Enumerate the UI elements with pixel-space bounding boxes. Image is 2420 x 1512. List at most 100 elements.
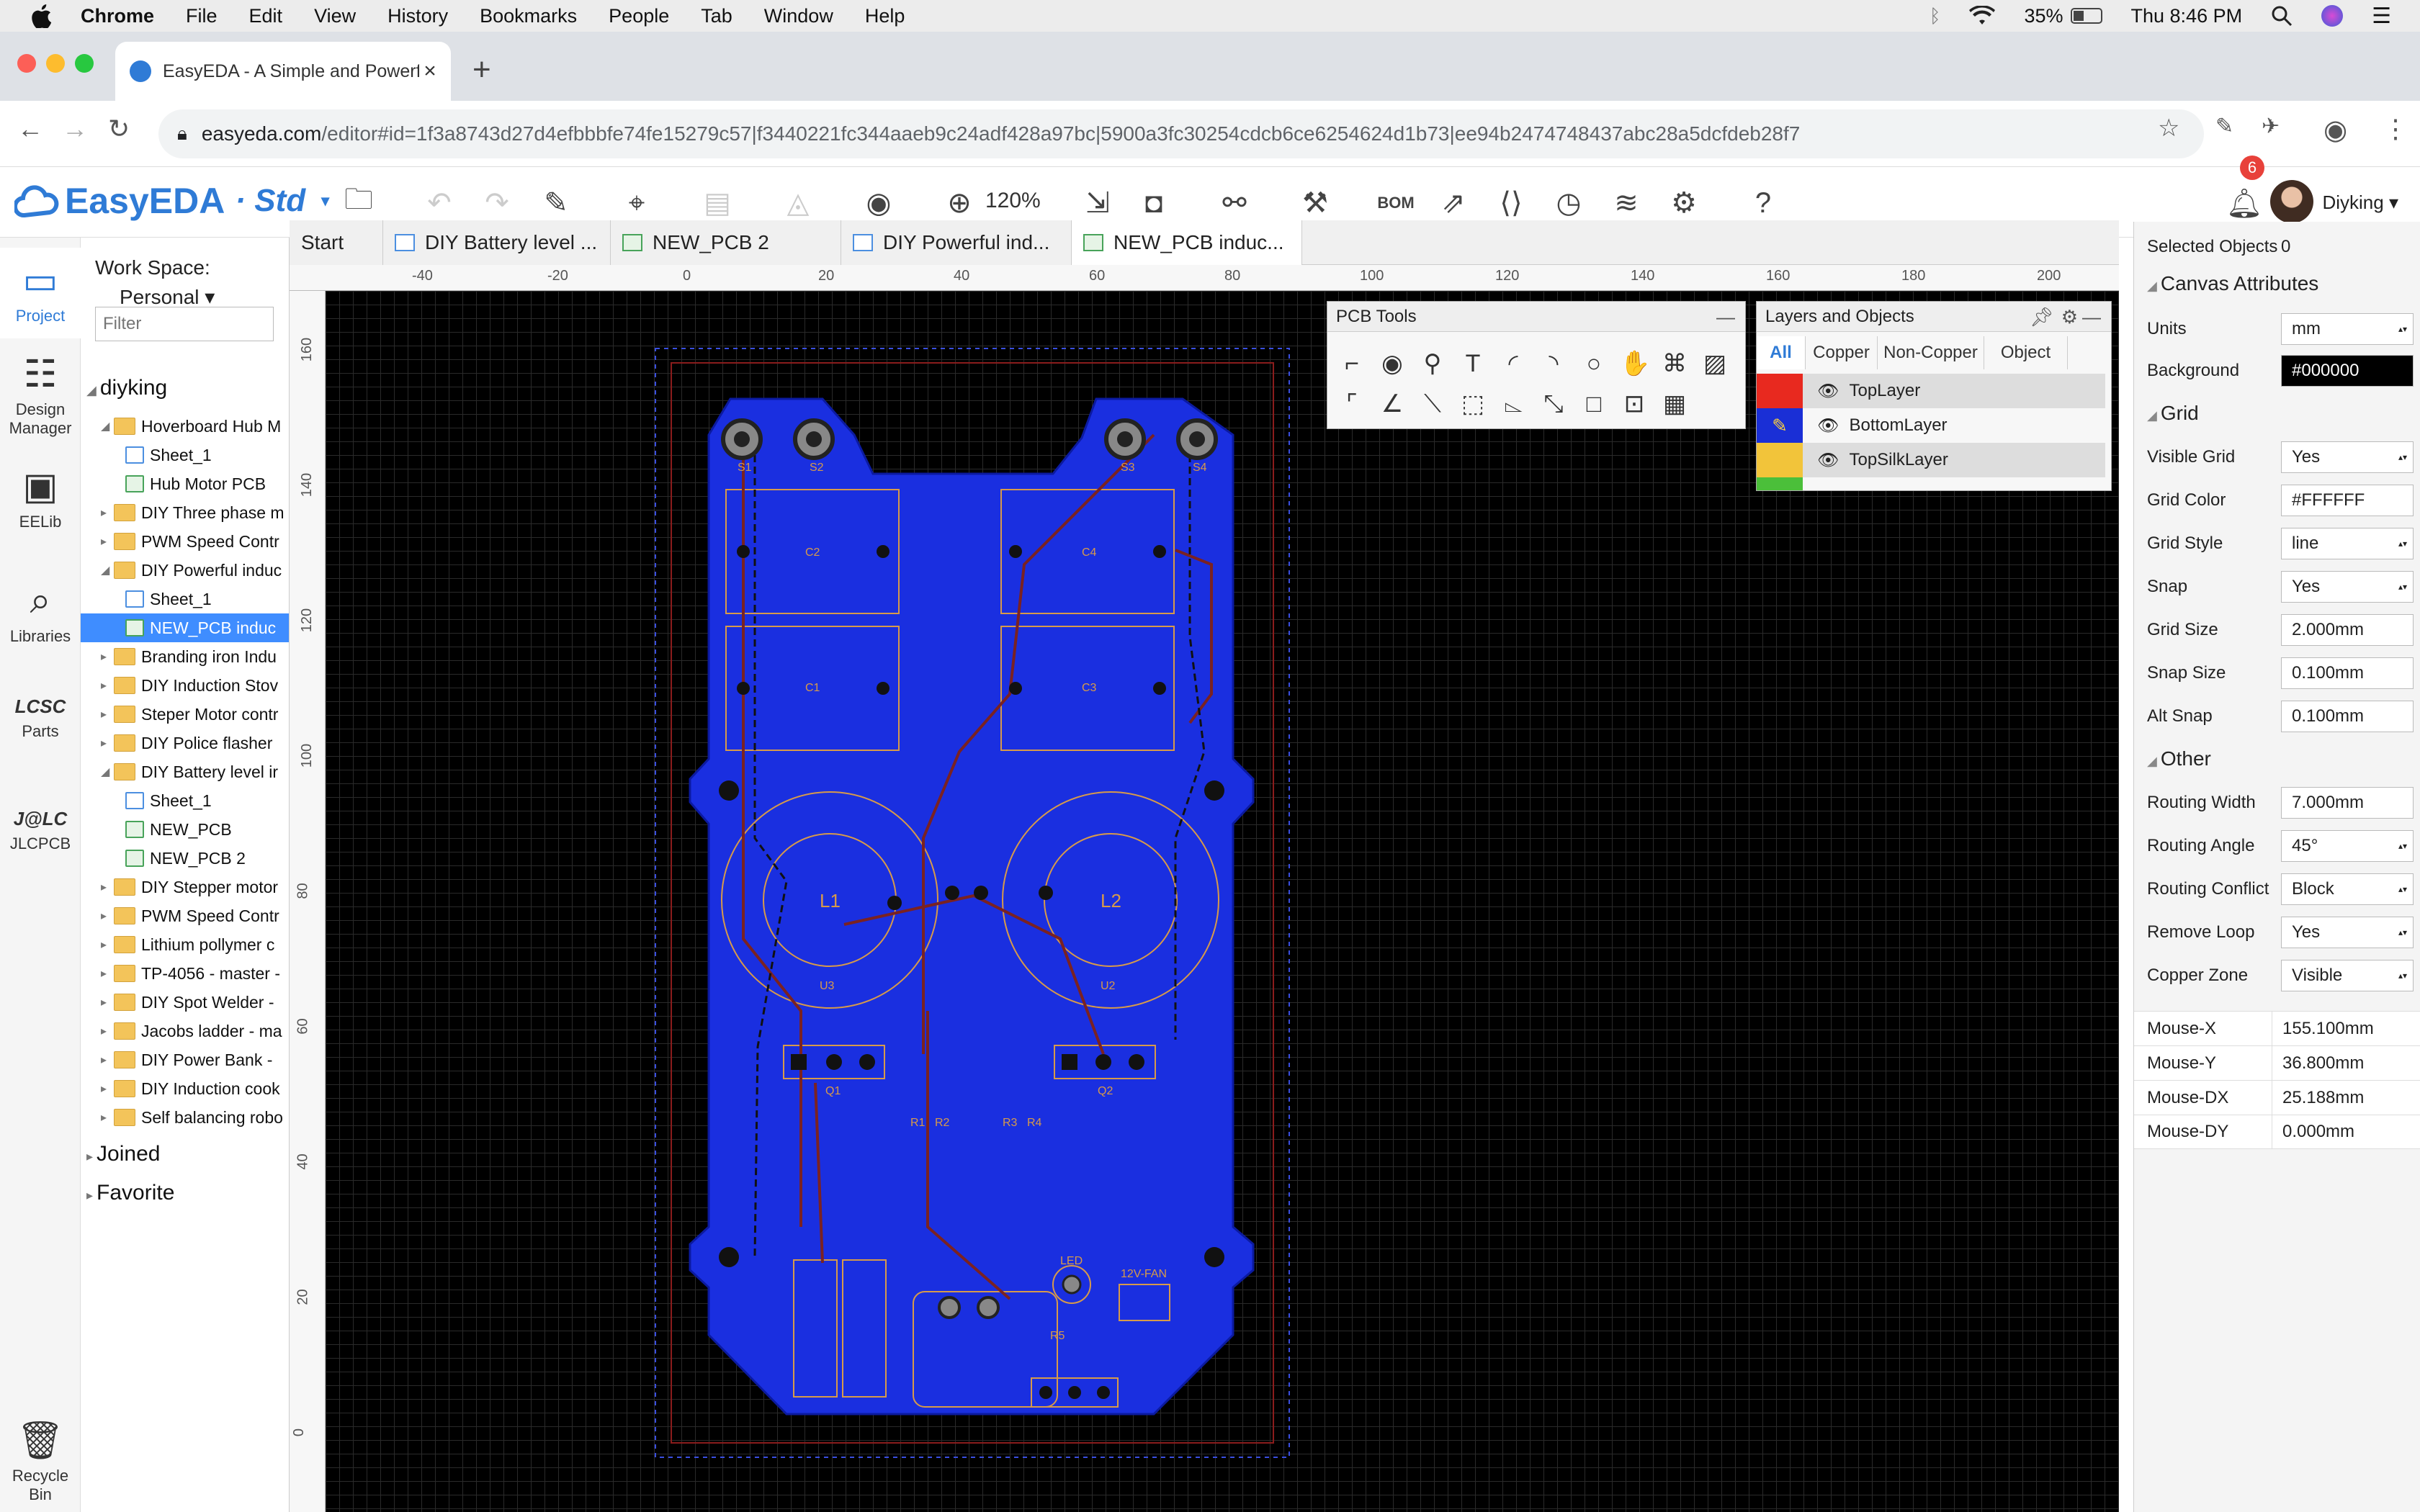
camera-icon[interactable]: ◘ [1134,183,1174,223]
notification-center-icon[interactable]: ☰ [2372,4,2391,29]
dimension-tool-icon[interactable]: ⌜ [1337,390,1366,418]
bell-icon[interactable]: 🔔︎ [2224,183,2264,223]
doc-tab-new-pcb-induc[interactable]: NEW_PCB induc... [1072,220,1302,265]
grid-size-input[interactable]: 2.000mm [2281,614,2414,646]
copper-area-icon[interactable]: ⌳ [1499,390,1528,418]
tree-favorite[interactable]: ▸ Favorite [86,1181,174,1205]
eye-icon[interactable]: ◉ [859,183,899,223]
tree-item[interactable]: Sheet_1 [112,441,212,469]
rail-jlcpcb[interactable]: J@LC JLCPCB [0,808,81,853]
copper-zone-select[interactable]: Visible [2281,960,2414,991]
layer-settings-icon[interactable]: ⚙ [2061,306,2078,328]
tree-item[interactable]: ▸ Steper Motor contr [101,700,278,729]
track-tool-icon[interactable]: ⌐ [1337,349,1366,378]
layers-header[interactable]: Layers and Objects 📌︎ ⚙ — [1757,302,2111,332]
chevron-down-icon[interactable]: ◢ [101,563,114,577]
eye-icon[interactable]: 👁︎ [1817,381,1839,402]
section-canvas-attributes[interactable]: ◢ Canvas Attributes [2147,272,2318,295]
history-icon[interactable]: ◷ [1549,183,1589,223]
pad-tool-icon[interactable]: ◉ [1378,349,1407,378]
tree-item[interactable]: ▸ PWM Speed Contr [101,901,279,930]
battery-icon[interactable] [2070,8,2102,24]
chevron-right-icon[interactable]: ▸ [101,1024,114,1038]
route-icon[interactable]: ⚯ [1214,183,1255,223]
layer-color-swatch[interactable] [1757,443,1803,477]
tree-root[interactable]: ◢ diyking [86,376,167,400]
filter-input[interactable] [95,307,274,341]
browser-tab-easyeda[interactable]: EasyEDA - A Simple and Powerful × [115,42,451,101]
layers-icon[interactable]: ≋ [1606,183,1646,223]
tree-item[interactable]: ▸ DIY Power Bank - [101,1045,272,1074]
chrome-menu-icon[interactable]: ⋮ [2383,114,2408,144]
grid-style-select[interactable]: line [2281,528,2414,559]
chevron-right-icon[interactable]: ▸ [101,1110,114,1125]
tools-icon[interactable]: ⚒ [1295,183,1335,223]
menu-file[interactable]: File [186,5,218,27]
grid-color-input[interactable]: #FFFFFF [2281,485,2414,516]
menu-chrome[interactable]: Chrome [81,5,154,27]
alt-snap-input[interactable]: 0.100mm [2281,701,2414,732]
text-tool-icon[interactable]: T [1458,349,1487,378]
chevron-right-icon[interactable]: ▸ [101,1053,114,1067]
pencil-icon[interactable]: ✎ [536,183,576,223]
routing-angle-select[interactable]: 45° [2281,830,2414,862]
back-icon[interactable]: ← [17,114,43,144]
rail-parts[interactable]: LCSC Parts [0,696,81,741]
tree-item[interactable]: ▸ DIY Induction cook [101,1074,280,1103]
layer-color-swatch[interactable]: ✎ [1757,408,1803,443]
spotlight-icon[interactable] [2271,5,2293,27]
new-tab-button[interactable]: + [472,52,491,88]
chevron-right-icon[interactable]: ▸ [101,649,114,664]
minimize-icon[interactable]: — [2082,306,2101,328]
extension-2-icon[interactable]: ✈ [2262,114,2280,139]
menu-people[interactable]: People [609,5,669,27]
menu-edit[interactable]: Edit [249,5,283,27]
clock[interactable]: Thu 8:46 PM [2131,5,2243,27]
gear-icon[interactable]: ⚙ [1664,183,1704,223]
tree-item[interactable]: NEW_PCB induc [81,613,289,642]
tree-item[interactable]: ▸ Jacobs ladder - ma [101,1017,282,1045]
layer-row-top[interactable]: 👁︎ TopLayer [1757,374,2105,408]
rail-recycle-bin[interactable]: 🗑︎ Recycle Bin [0,1418,81,1504]
pan-tool-icon[interactable]: ✋ [1620,349,1650,378]
minimize-icon[interactable]: — [1716,306,1735,328]
chevron-right-icon[interactable]: ▸ [101,995,114,1009]
rail-libraries[interactable]: ⌕ Libraries [0,579,81,646]
chevron-right-icon[interactable]: ▸ [101,707,114,721]
share-icon[interactable]: ⟨⟩ [1491,183,1531,223]
tree-item[interactable]: Hub Motor PCB [112,469,266,498]
layer-row-bottom[interactable]: ✎ 👁︎ BottomLayer [1757,408,2105,443]
angle-tool-icon[interactable]: ∠ [1378,390,1407,418]
doc-tab-powerful-sheet[interactable]: DIY Powerful ind... [841,220,1072,265]
tree-item[interactable]: ◢ DIY Battery level ir [101,757,278,786]
import-icon[interactable]: ⇲ [1077,183,1118,223]
pcb-copper-pour[interactable] [689,397,1255,1416]
redo-icon[interactable]: ↷ [477,183,517,223]
chevron-down-icon[interactable]: ◢ [101,419,114,433]
doc-tab-battery-sheet[interactable]: DIY Battery level ... [383,220,611,265]
color-icon[interactable]: ◬ [778,183,818,223]
place-icon[interactable]: ⌖ [617,183,657,223]
siri-icon[interactable] [2321,5,2344,27]
snap-select[interactable]: Yes [2281,571,2414,603]
layer-row-topsilk[interactable]: 👁︎ TopSilkLayer [1757,443,2105,477]
layer-color-swatch[interactable] [1757,374,1803,408]
menu-help[interactable]: Help [865,5,905,27]
tree-item[interactable]: ▸ TP-4056 - master - [101,959,280,988]
chevron-right-icon[interactable]: ▸ [101,534,114,549]
routing-width-input[interactable]: 7.000mm [2281,787,2414,819]
rail-design-manager[interactable]: ☷ Design Manager [0,353,81,438]
tree-item[interactable]: ▸ DIY Three phase m [101,498,284,527]
layout-tool-icon[interactable]: ▦ [1660,390,1689,418]
region-tool-icon[interactable]: ⬚ [1458,390,1487,418]
connect-pad-icon[interactable]: ⌘ [1660,349,1689,378]
eye-icon[interactable]: 👁︎ [1817,450,1839,471]
select-area-icon[interactable]: ⊡ [1620,390,1649,418]
bom-button[interactable]: BOM [1376,183,1416,223]
section-other[interactable]: ◢ Other [2147,747,2211,770]
chevron-right-icon[interactable]: ▸ [101,678,114,693]
menu-history[interactable]: History [387,5,448,27]
layers-tab-all[interactable]: All [1757,336,1806,369]
easyeda-logo[interactable]: EasyEDA · Std ▾ [14,180,329,222]
image-tool-icon[interactable]: ▨ [1700,349,1729,378]
